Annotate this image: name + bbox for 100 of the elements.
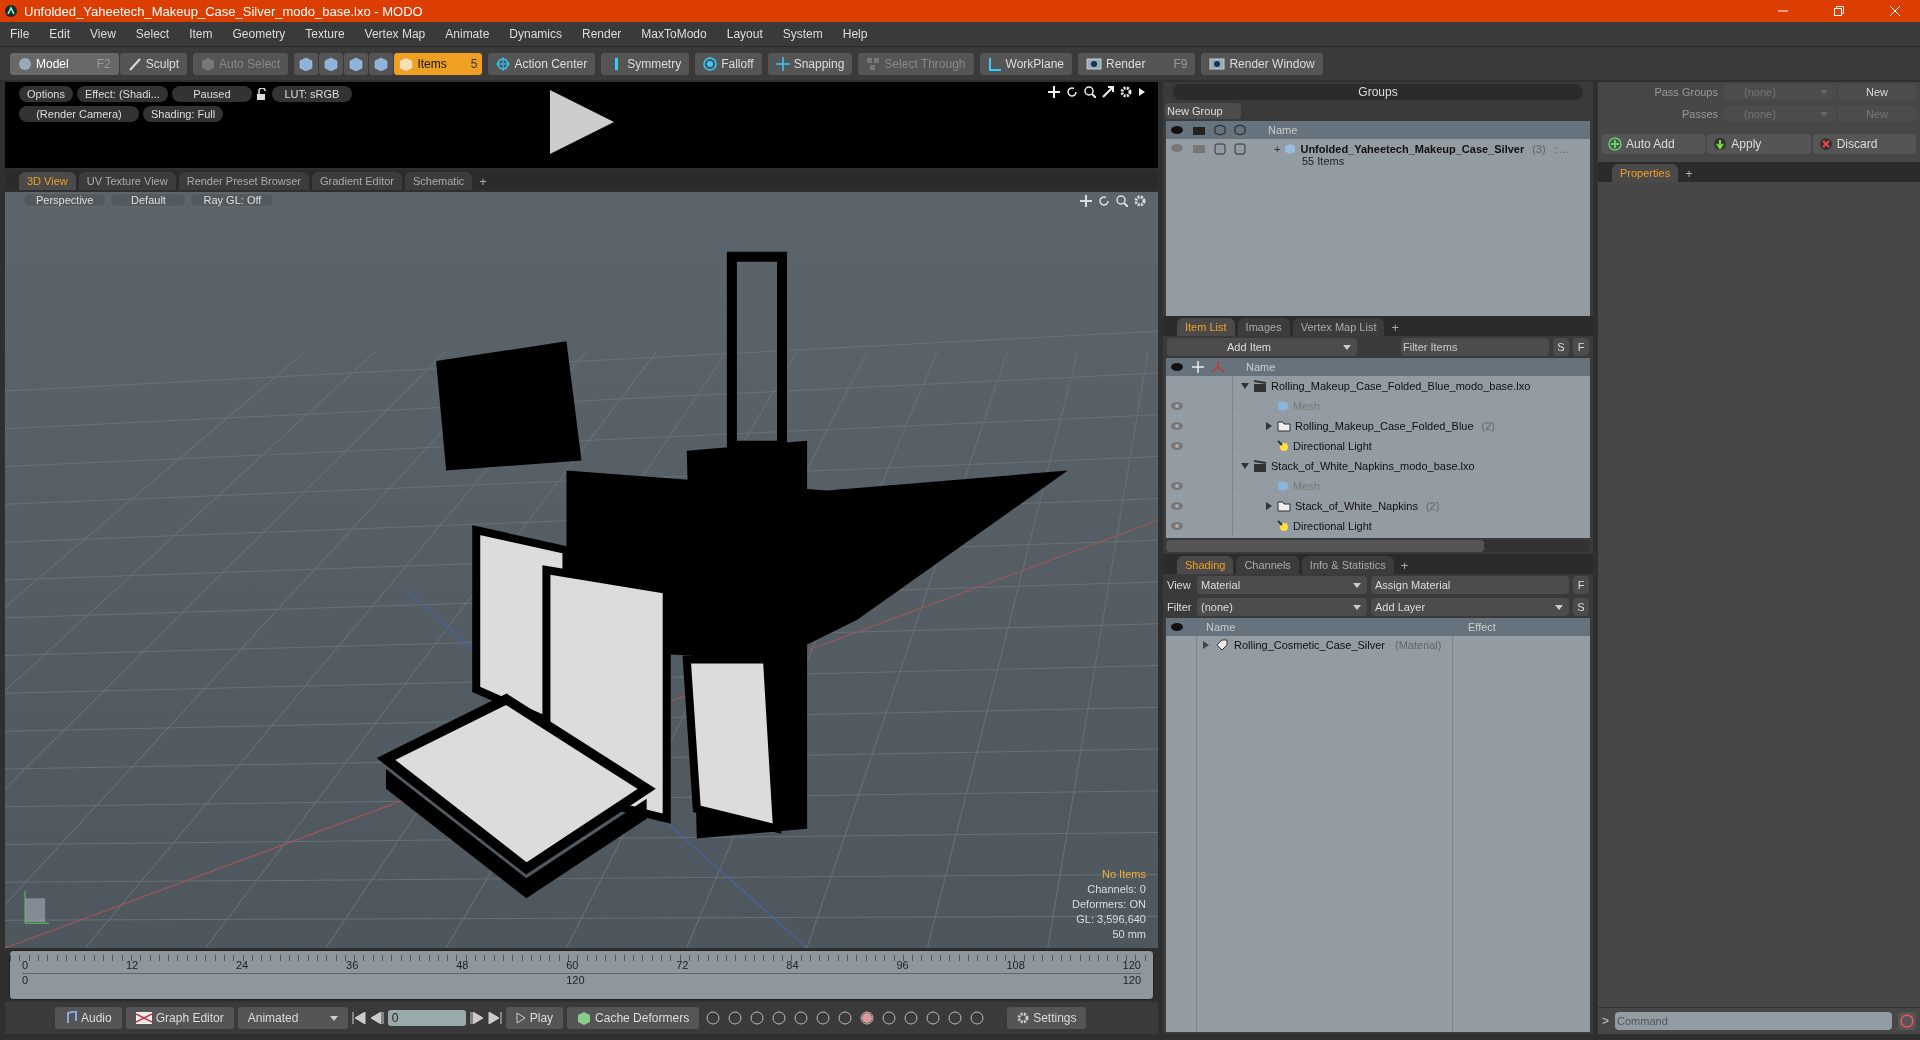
menu-item[interactable]: Help <box>842 27 868 41</box>
move-icon[interactable] <box>1048 86 1060 98</box>
menu-item[interactable]: MaxToModo <box>641 27 707 41</box>
menu-item[interactable]: Item <box>189 27 213 41</box>
viewport-tab[interactable]: Schematic <box>405 172 473 190</box>
add-tab-button[interactable]: + <box>1396 556 1413 574</box>
viewport-option-button[interactable]: Default <box>110 193 187 207</box>
item-name[interactable]: Directional Light <box>1293 439 1372 452</box>
add-layer-dropdown[interactable]: Add Layer <box>1371 598 1569 616</box>
step-back-icon[interactable] <box>369 1012 384 1024</box>
lut-button[interactable]: LUT: sRGB <box>271 86 352 102</box>
menu-item[interactable]: Animate <box>445 27 490 41</box>
preview-button[interactable]: Shading: Full <box>143 106 224 122</box>
toolbar-button[interactable]: Render Window <box>1201 52 1323 75</box>
preview-button[interactable]: Paused <box>171 86 252 102</box>
checkbox-icon[interactable] <box>1214 143 1226 155</box>
item-row[interactable]: Directional Light <box>1166 516 1590 536</box>
menu-item[interactable]: Edit <box>49 27 71 41</box>
search-icon[interactable] <box>1084 86 1096 98</box>
pass-action-button[interactable]: Discard <box>1812 134 1916 154</box>
new-group-button[interactable]: New Group <box>1165 103 1241 119</box>
preview-button[interactable]: (Render Camera) <box>19 106 139 122</box>
viewport-tab[interactable]: 3D View <box>19 172 76 190</box>
add-tab-button[interactable]: + <box>1387 318 1404 336</box>
pass-action-button[interactable]: Auto Add <box>1602 134 1706 154</box>
timeline-ruler[interactable]: 0 12 24 36 48 60 72 84 96 108 120 0 120 120 <box>9 950 1154 1000</box>
skip-end-icon[interactable] <box>487 1012 502 1024</box>
toolbar-button[interactable]: Action Center <box>488 52 596 75</box>
menu-item[interactable]: View <box>90 27 116 41</box>
add-tab-button[interactable]: + <box>475 172 491 190</box>
viewport-option-button[interactable]: Ray GL: Off <box>190 193 275 207</box>
panel-tab[interactable]: Properties <box>1612 164 1679 182</box>
expand-icon[interactable] <box>1102 86 1114 98</box>
preview-button[interactable]: Options <box>19 86 73 102</box>
item-name[interactable]: Rolling_Makeup_Case_Folded_Blue <box>1295 419 1474 432</box>
cache-deformers-button[interactable]: Cache Deformers <box>567 1007 700 1029</box>
mode-button[interactable]: Sculpt <box>119 52 188 75</box>
panel-tab[interactable]: Vertex Map List <box>1292 318 1385 336</box>
viewport-tab[interactable]: Gradient Editor <box>312 172 402 190</box>
item-row[interactable]: Rolling_Makeup_Case_Folded_Blue (2) <box>1166 416 1590 436</box>
item-name[interactable]: Rolling_Makeup_Case_Folded_Blue_modo_base.lxo <box>1271 379 1531 392</box>
filter-option-button[interactable]: F <box>1573 576 1589 594</box>
menu-item[interactable]: Render <box>582 27 622 41</box>
item-name[interactable]: Stack_of_White_Napkins <box>1295 499 1418 512</box>
viewport-tab[interactable]: Render Preset Browser <box>178 172 309 190</box>
filter-option-button[interactable]: F <box>1573 338 1589 356</box>
3d-viewport[interactable]: Perspective Default Ray GL: Off No Items Channels: 0 Deformers: ON GL: 3,596,640 50 mm <box>5 192 1158 948</box>
material-name[interactable]: Rolling_Cosmetic_Case_Silver <box>1234 639 1385 651</box>
caret-right-icon[interactable] <box>1265 421 1273 430</box>
panel-tab[interactable]: Shading <box>1177 556 1234 574</box>
add-tab-button[interactable]: + <box>1681 164 1697 182</box>
menu-item[interactable]: Select <box>135 27 170 41</box>
menu-item[interactable]: Texture <box>305 27 345 41</box>
item-name[interactable]: Stack_of_White_Napkins_modo_base.lxo <box>1271 459 1475 472</box>
pass-action-button[interactable]: Apply <box>1707 134 1811 154</box>
menu-item[interactable]: Layout <box>726 27 763 41</box>
rotate-icon[interactable] <box>1066 86 1078 98</box>
caret-right-icon[interactable] <box>1202 641 1210 649</box>
group-name[interactable]: Unfolded_Yaheetech_Makeup_Case_Silver <box>1300 143 1525 155</box>
selection-mode-button[interactable] <box>344 52 369 75</box>
frame-field[interactable]: 0 <box>387 1010 466 1026</box>
padlock-icon[interactable] <box>255 88 268 100</box>
step-forward-icon[interactable] <box>469 1012 484 1024</box>
checkbox-icon[interactable] <box>1234 143 1246 155</box>
caret-down-icon[interactable] <box>1241 381 1249 390</box>
item-row[interactable]: Stack_of_White_Napkins_modo_base.lxo <box>1166 456 1590 476</box>
animated-dropdown[interactable]: Animated <box>237 1007 348 1029</box>
view-dropdown[interactable]: Material <box>1197 576 1367 594</box>
new-button[interactable]: New <box>1838 84 1916 100</box>
command-field[interactable]: Command <box>1615 1012 1892 1030</box>
item-name[interactable]: Directional Light <box>1293 519 1372 532</box>
item-row[interactable]: Rolling_Makeup_Case_Folded_Blue_modo_base.lxo <box>1166 376 1590 396</box>
toolbar-button[interactable]: Snapping <box>767 52 853 75</box>
toolbar-button[interactable]: Falloff <box>695 52 762 75</box>
play-button[interactable]: Play <box>505 1007 564 1029</box>
expand-toggle[interactable]: + <box>1274 143 1281 155</box>
menu-item[interactable]: Vertex Map <box>364 27 426 41</box>
assign-material-button[interactable]: Assign Material <box>1371 576 1569 594</box>
toolbar-button[interactable]: Symmetry <box>601 52 690 75</box>
filter-field[interactable]: Filter Items <box>1401 338 1549 356</box>
add-item-dropdown[interactable]: Add Item <box>1167 338 1357 356</box>
selection-mode-button[interactable] <box>294 52 319 75</box>
panel-tab[interactable]: Channels <box>1236 556 1299 574</box>
skip-start-icon[interactable] <box>351 1012 366 1024</box>
close-icon[interactable] <box>1890 6 1900 16</box>
items-mode-button[interactable]: Items 5 <box>394 52 483 75</box>
record-icon[interactable] <box>1898 1012 1916 1030</box>
menu-item[interactable]: File <box>10 27 30 41</box>
panel-tab[interactable]: Item List <box>1177 318 1235 336</box>
menu-item[interactable]: Dynamics <box>509 27 562 41</box>
caret-right-icon[interactable] <box>1265 501 1273 510</box>
scrollbar-thumb[interactable] <box>1166 540 1484 552</box>
panel-tab[interactable]: Images <box>1237 318 1290 336</box>
graph-editor-button[interactable]: Graph Editor <box>125 1007 234 1029</box>
arrow-right-icon[interactable] <box>1138 86 1146 98</box>
viewport-tab[interactable]: UV Texture View <box>78 172 176 190</box>
settings-button[interactable]: Settings <box>1007 1007 1087 1029</box>
filter-dropdown[interactable]: (none) <box>1197 598 1367 616</box>
play-icon[interactable] <box>550 90 614 154</box>
item-row[interactable]: Stack_of_White_Napkins (2) <box>1166 496 1590 516</box>
